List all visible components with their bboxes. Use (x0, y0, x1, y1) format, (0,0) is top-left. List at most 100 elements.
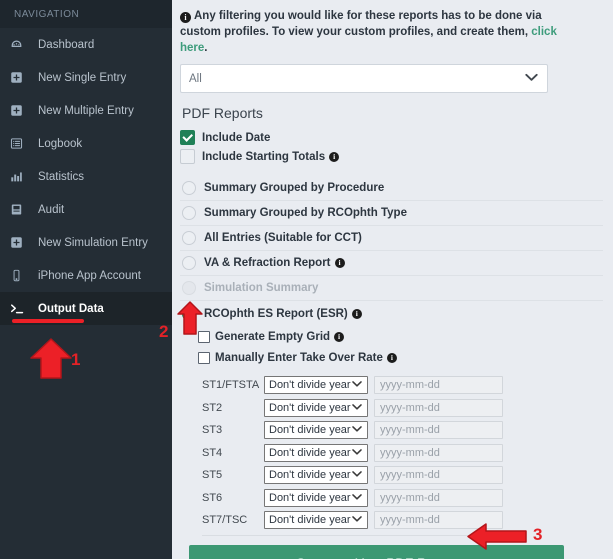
profile-select[interactable]: All (180, 64, 548, 93)
radio-circle (182, 281, 196, 295)
sidebar: NAVIGATION Dashboard New Single Entry Ne… (0, 0, 172, 559)
sidebar-item-label: New Multiple Entry (38, 104, 134, 117)
table-row: ST6 Don't divide year yyyy-mm-dd (202, 487, 603, 510)
sidebar-item-output-data[interactable]: Output Data (0, 292, 172, 325)
radio-summary-grouped-by-procedure[interactable]: Summary Grouped by Procedure (180, 176, 603, 201)
checkbox-include-date[interactable]: Include Date (180, 130, 603, 145)
sidebar-item-new-multiple-entry[interactable]: New Multiple Entry (0, 94, 172, 127)
page-title: PDF Reports (182, 105, 263, 121)
st-date-input[interactable]: yyyy-mm-dd (374, 443, 503, 462)
radio-circle (182, 231, 196, 245)
st-date-input[interactable]: yyyy-mm-dd (374, 421, 503, 440)
radio-label: VA & Refraction Report (204, 257, 331, 269)
sub-options-group: Generate Empty Grid i Manually Enter Tak… (180, 326, 603, 368)
filtering-notice: i Any filtering you would like for these … (180, 8, 558, 56)
table-row: ST5 Don't divide year yyyy-mm-dd (202, 464, 603, 487)
st-date-input[interactable]: yyyy-mm-dd (374, 376, 503, 395)
st-divide-year-select[interactable]: Don't divide year (264, 488, 368, 507)
dashboard-icon (10, 38, 30, 51)
info-icon[interactable]: i (334, 258, 345, 268)
book-icon (10, 203, 30, 216)
info-icon: i (180, 12, 191, 23)
chevron-down-icon (525, 73, 538, 85)
table-row: ST2 Don't divide year yyyy-mm-dd (202, 397, 603, 420)
chevron-down-icon (352, 426, 362, 435)
terminal-icon (10, 302, 30, 316)
checkbox-generate-empty-grid[interactable]: Generate Empty Grid i (198, 326, 603, 347)
sidebar-item-audit[interactable]: Audit (0, 193, 172, 226)
sidebar-item-label: iPhone App Account (38, 269, 141, 282)
checkbox-box (180, 149, 195, 164)
radio-label: Summary Grouped by RCOphth Type (204, 207, 407, 219)
sidebar-item-logbook[interactable]: Logbook (0, 127, 172, 160)
checkbox-box (198, 351, 210, 364)
radio-label: Simulation Summary (204, 282, 319, 294)
st-divide-year-select[interactable]: Don't divide year (264, 511, 368, 530)
sidebar-item-dashboard[interactable]: Dashboard (0, 28, 172, 61)
sidebar-item-new-simulation-entry[interactable]: New Simulation Entry (0, 226, 172, 259)
st-row-label: ST4 (202, 446, 223, 459)
checkbox-label: Include Date (202, 131, 271, 144)
sidebar-item-label: New Single Entry (38, 71, 127, 84)
sidebar-item-new-single-entry[interactable]: New Single Entry (0, 61, 172, 94)
main-content: i Any filtering you would like for these … (172, 0, 613, 559)
sidebar-item-iphone-app-account[interactable]: iPhone App Account (0, 259, 172, 292)
sidebar-item-label: Statistics (38, 170, 85, 183)
chevron-down-icon (352, 493, 362, 502)
info-icon[interactable]: i (329, 151, 340, 162)
radio-summary-grouped-by-rcophth-type[interactable]: Summary Grouped by RCOphth Type (180, 201, 603, 226)
st-date-input[interactable]: yyyy-mm-dd (374, 511, 503, 530)
radio-circle (182, 306, 196, 321)
table-row: ST7/TSC Don't divide year yyyy-mm-dd (202, 509, 603, 532)
radio-circle (182, 256, 196, 270)
sidebar-item-label: Audit (38, 203, 65, 216)
checkbox-label: Generate Empty Grid (215, 330, 331, 343)
checkbox-label: Include Starting Totals (202, 150, 326, 163)
st-select-value: Don't divide year (269, 491, 351, 504)
st-divide-year-select[interactable]: Don't divide year (264, 443, 368, 462)
st-divide-year-select[interactable]: Don't divide year (264, 421, 368, 440)
chevron-down-icon (352, 381, 362, 390)
info-icon[interactable]: i (351, 308, 362, 319)
st-date-input[interactable]: yyyy-mm-dd (374, 488, 503, 507)
st-date-input[interactable]: yyyy-mm-dd (374, 466, 503, 485)
radio-label: RCOphth ES Report (ESR) (204, 307, 348, 320)
sidebar-item-label: Dashboard (38, 38, 95, 51)
st-row-label: ST3 (202, 424, 223, 437)
table-row: ST1/FTSTA Don't divide year yyyy-mm-dd (202, 374, 603, 397)
generate-pdf-report-button[interactable]: Generate Your PDF Report (189, 544, 564, 559)
mobile-icon (10, 269, 30, 282)
chevron-down-icon (352, 516, 362, 525)
st-select-value: Don't divide year (269, 514, 351, 527)
st-date-input[interactable]: yyyy-mm-dd (374, 398, 503, 417)
table-row: ST4 Don't divide year yyyy-mm-dd (202, 442, 603, 465)
checkbox-group: Include Date Include Starting Totals i (180, 130, 603, 164)
radio-rcophth-es-report-esr[interactable]: RCOphth ES Report (ESR) i (180, 301, 603, 326)
radio-label: All Entries (Suitable for CCT) (204, 232, 362, 244)
chevron-down-icon (352, 471, 362, 480)
radio-all-entries-suitable-for-cct[interactable]: All Entries (Suitable for CCT) (180, 226, 603, 251)
checkbox-box (180, 130, 195, 145)
st-select-value: Don't divide year (269, 401, 351, 414)
report-options-list: Summary Grouped by Procedure Summary Gro… (180, 176, 603, 326)
sidebar-item-statistics[interactable]: Statistics (0, 160, 172, 193)
radio-va-refraction-report[interactable]: VA & Refraction Report i (180, 251, 603, 276)
st-divide-year-select[interactable]: Don't divide year (264, 376, 368, 395)
sidebar-item-label: Logbook (38, 137, 83, 150)
st-select-value: Don't divide year (269, 446, 351, 459)
st-year-division-table: ST1/FTSTA Don't divide year yyyy-mm-dd S… (202, 374, 603, 532)
checkbox-label: Manually Enter Take Over Rate (215, 351, 383, 364)
notice-text-after: . (204, 42, 208, 54)
st-divide-year-select[interactable]: Don't divide year (264, 398, 368, 417)
radio-circle (182, 206, 196, 220)
table-row: ST3 Don't divide year yyyy-mm-dd (202, 419, 603, 442)
radio-circle (182, 181, 196, 195)
checkbox-include-starting-totals[interactable]: Include Starting Totals i (180, 149, 603, 164)
st-divide-year-select[interactable]: Don't divide year (264, 466, 368, 485)
info-icon[interactable]: i (386, 352, 397, 363)
sidebar-header: NAVIGATION (0, 0, 172, 28)
info-icon[interactable]: i (334, 331, 345, 342)
sidebar-item-label: New Simulation Entry (38, 236, 148, 249)
checkbox-manually-enter-take-over-rate[interactable]: Manually Enter Take Over Rate i (198, 347, 603, 368)
radio-label: Summary Grouped by Procedure (204, 182, 385, 194)
